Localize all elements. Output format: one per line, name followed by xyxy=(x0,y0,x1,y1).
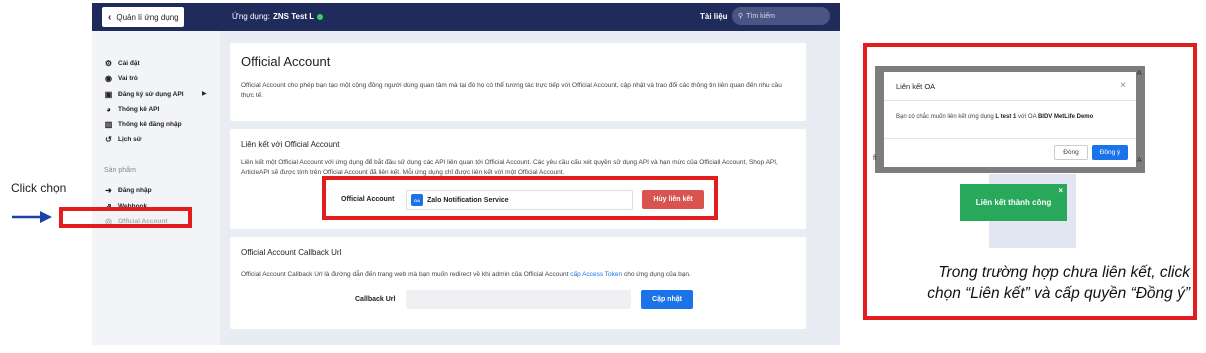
highlight-official-account xyxy=(59,207,192,228)
back-button[interactable]: ‹ Quản lí ứng dụng xyxy=(102,7,184,27)
user-icon: ◉ xyxy=(105,74,112,83)
close-icon[interactable]: × xyxy=(1058,186,1063,195)
sidebar-item-settings[interactable]: ⚙ Cài đặt xyxy=(104,59,140,68)
docs-link[interactable]: Tài liệu xyxy=(700,12,728,21)
search-input[interactable]: ⚲ Tìm kiếm xyxy=(732,7,830,25)
success-toast: Liên kết thành công × xyxy=(960,184,1067,221)
sidebar-section-products: Sản phẩm xyxy=(104,167,136,174)
confirm-button[interactable]: Đồng ý xyxy=(1092,145,1128,160)
cancel-button[interactable]: Đóng xyxy=(1054,145,1088,160)
sidebar-item-history[interactable]: ↺ Lịch sử xyxy=(104,135,141,144)
app-screenshot: ‹ Quản lí ứng dụng Ứng dụng: ZNS Test L … xyxy=(92,3,840,345)
sidebar-item-login[interactable]: ➜ Đăng nhập xyxy=(104,186,151,195)
oa-link-title: Liên kết với Official Account xyxy=(241,140,340,149)
access-token-link[interactable]: cấp Access Token xyxy=(570,271,622,278)
oa-intro-text: Official Account cho phép bạn tạo một cộ… xyxy=(241,82,782,99)
sidebar: ⚙ Cài đặt ◉ Vai trò ▣ Đăng ký sử dụng AP… xyxy=(92,31,220,345)
update-button[interactable]: Cập nhật xyxy=(641,290,693,309)
modal-title: Liên kết OA xyxy=(896,82,936,91)
highlight-oa-link xyxy=(322,176,718,220)
callback-url-input[interactable] xyxy=(406,290,631,309)
api-icon: ▣ xyxy=(104,90,113,99)
close-icon[interactable]: × xyxy=(1120,80,1126,91)
login-icon: ➜ xyxy=(105,186,112,195)
modal-message: Bạn có chắc muốn liên kết ứng dụng L tes… xyxy=(896,114,1094,120)
link-oa-modal: Liên kết OA × Bạn có chắc muốn liên kết … xyxy=(884,72,1136,167)
caret-right-icon: ▶ xyxy=(202,91,207,97)
search-icon: ⚲ xyxy=(738,13,744,20)
oa-intro-card: Official Account Official Account cho ph… xyxy=(230,43,806,121)
back-label: Quản lí ứng dụng xyxy=(116,12,179,22)
callback-text: Official Account Callback Url là đường d… xyxy=(241,271,691,278)
bar-chart-icon: ▥ xyxy=(104,120,113,129)
callback-card: Official Account Callback Url Official A… xyxy=(230,237,806,329)
sidebar-item-api-register[interactable]: ▣ Đăng ký sử dụng API xyxy=(104,90,184,99)
callback-field-label: Callback Url xyxy=(355,296,396,303)
chevron-left-icon: ‹ xyxy=(108,11,112,23)
app-indicator: Ứng dụng: ZNS Test L xyxy=(232,12,324,21)
callback-title: Official Account Callback Url xyxy=(241,248,342,257)
toast-message: Liên kết thành công xyxy=(975,198,1052,207)
gear-icon: ⚙ xyxy=(104,59,113,68)
history-icon: ↺ xyxy=(105,135,112,144)
status-dot-icon xyxy=(317,13,324,20)
click-annotation-label: Click chọn xyxy=(11,181,67,195)
oa-link-text: Liên kết một Official Account với ứng dụ… xyxy=(241,159,778,176)
arrow-right-icon xyxy=(12,211,52,223)
app-name: ZNS Test L xyxy=(272,12,315,21)
gauge-icon: ◕ xyxy=(106,105,111,114)
page-title: Official Account xyxy=(241,54,331,69)
top-navbar: ‹ Quản lí ứng dụng Ứng dụng: ZNS Test L … xyxy=(92,3,840,31)
search-placeholder: Tìm kiếm xyxy=(746,12,775,20)
sidebar-item-api-stats[interactable]: ◕ Thống kê API xyxy=(104,105,159,114)
instruction-text: Trong trường hợp chưa liên kết, click ch… xyxy=(927,264,1190,302)
sidebar-item-login-stats[interactable]: ▥ Thống kê đăng nhập xyxy=(104,120,182,129)
sidebar-item-roles[interactable]: ◉ Vai trò xyxy=(104,74,138,83)
